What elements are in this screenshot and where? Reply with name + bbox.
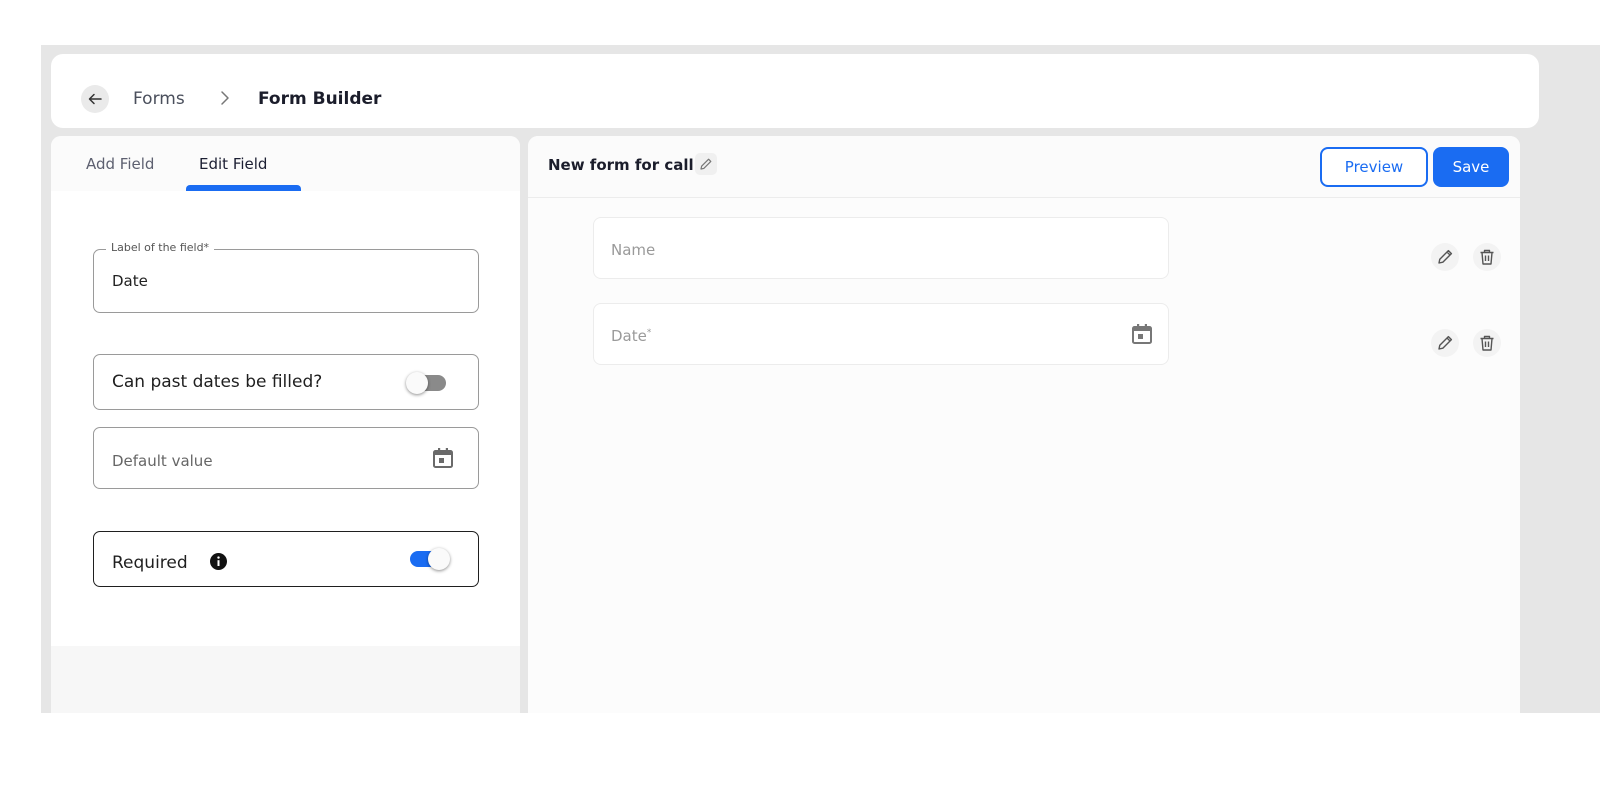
label-field-legend: Label of the field* <box>106 241 215 254</box>
preview-button[interactable]: Preview <box>1320 147 1428 187</box>
past-dates-label: Can past dates be filled? <box>112 372 323 392</box>
pencil-icon <box>1438 335 1453 350</box>
field-placeholder: Date* <box>611 327 652 345</box>
required-row: Required <box>93 531 479 587</box>
trash-icon <box>1480 335 1494 351</box>
field-placeholder: Name <box>611 241 656 259</box>
pencil-icon <box>700 158 712 170</box>
back-button[interactable] <box>81 85 109 113</box>
breadcrumb: Forms Form Builder <box>51 54 1539 128</box>
edit-title-button[interactable] <box>695 153 717 175</box>
arrow-left-icon <box>88 93 102 105</box>
page-title: Form Builder <box>258 89 382 109</box>
default-value-field[interactable]: Default value <box>93 427 479 489</box>
label-field[interactable]: Label of the field* Date <box>93 241 479 313</box>
breadcrumb-forms-link[interactable]: Forms <box>133 89 185 109</box>
field-editor-panel: Add Field Edit Field Label of the field*… <box>51 136 520 713</box>
pencil-icon <box>1438 249 1453 264</box>
required-toggle[interactable] <box>406 548 450 570</box>
trash-icon <box>1480 249 1494 265</box>
save-button[interactable]: Save <box>1433 147 1509 187</box>
app-frame: Forms Form Builder Add Field Edit Field … <box>41 45 1600 713</box>
editor-tabs: Add Field Edit Field <box>51 136 520 191</box>
form-canvas: New form for call Preview Save Name Date… <box>528 136 1520 713</box>
editor-form: Label of the field* Date Can past dates … <box>51 191 520 646</box>
delete-field-button[interactable] <box>1473 243 1501 271</box>
default-value-placeholder: Default value <box>112 452 213 470</box>
edit-field-button[interactable] <box>1431 329 1459 357</box>
required-label: Required <box>112 553 188 573</box>
toggle-knob <box>406 372 428 394</box>
calendar-icon[interactable] <box>431 446 455 470</box>
info-icon[interactable] <box>210 553 227 570</box>
form-field-date[interactable]: Date* <box>593 303 1169 365</box>
form-header: New form for call Preview Save <box>528 136 1520 198</box>
form-title: New form for call <box>548 156 694 174</box>
form-field-name[interactable]: Name <box>593 217 1169 279</box>
tab-edit-field[interactable]: Edit Field <box>199 155 267 173</box>
delete-field-button[interactable] <box>1473 329 1501 357</box>
past-dates-toggle[interactable] <box>406 372 450 394</box>
calendar-icon[interactable] <box>1130 322 1154 346</box>
label-field-value[interactable]: Date <box>112 272 148 290</box>
chevron-right-icon <box>221 91 229 105</box>
toggle-knob <box>428 548 450 570</box>
past-dates-row: Can past dates be filled? <box>93 354 479 410</box>
edit-field-button[interactable] <box>1431 243 1459 271</box>
tab-add-field[interactable]: Add Field <box>86 155 154 173</box>
